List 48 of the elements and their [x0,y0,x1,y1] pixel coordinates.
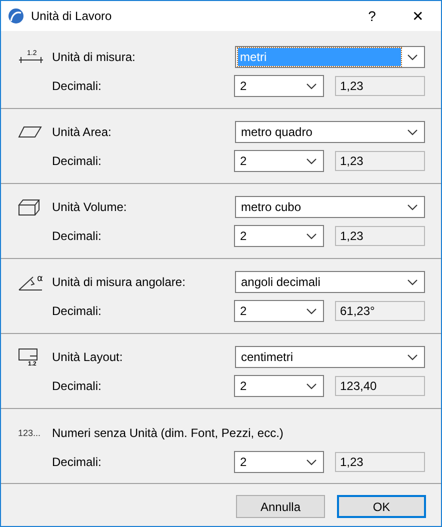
decimals-dropdown[interactable]: 2 [234,75,324,97]
unit-dropdown[interactable]: metro cubo [235,196,425,218]
setting-label: Unità Area: [52,125,112,139]
chevron-down-icon [407,54,418,60]
chevron-down-icon [407,278,418,286]
box-icon [18,198,40,216]
chevron-down-icon [306,458,317,466]
chevron-down-icon [306,158,317,164]
unit-dropdown[interactable]: metro quadro [235,121,425,143]
chevron-down-icon [306,382,317,390]
preview-field: 123,40 [335,376,425,396]
preview-field: 1,23 [335,76,425,96]
decimals-dropdown[interactable]: 2 [234,375,324,397]
preview-field: 1,23 [335,452,425,472]
chevron-down-icon [306,82,317,90]
help-button[interactable]: ? [349,1,395,31]
chevron-down-icon [306,308,317,314]
decimals-label: Decimali: [52,455,102,469]
ok-button[interactable]: OK [337,495,426,518]
decimals-label: Decimali: [52,154,102,168]
chevron-down-icon [407,204,418,210]
preview-field: 61,23° [335,301,425,321]
setting-label: Unità Volume: [52,200,128,214]
decimals-dropdown[interactable]: 2 [234,225,324,247]
setting-label: Numeri senza Unità (dim. Font, Pezzi, ecc.) [52,426,284,440]
window-title: Unità di Lavoro [31,9,113,23]
chevron-down-icon [306,232,317,240]
number-icon: 123... [18,428,41,438]
setting-label: Unità di misura: [52,50,136,64]
parallelogram-icon [18,126,42,138]
setting-label: Unità di misura angolare: [52,275,186,289]
close-button[interactable]: ✕ [395,1,441,31]
app-logo-icon [8,8,24,24]
chevron-down-icon [407,128,418,136]
decimals-label: Decimali: [52,379,102,393]
cancel-button[interactable]: Annulla [236,495,325,518]
preview-field: 1,23 [335,151,425,171]
decimals-dropdown[interactable]: 2 [234,150,324,172]
unit-dropdown[interactable]: angoli decimali [235,271,425,293]
decimals-dropdown[interactable]: 2 [234,451,324,473]
unit-dropdown[interactable]: centimetri [235,346,425,368]
preview-field: 1,23 [335,226,425,246]
decimals-dropdown[interactable]: 2 [234,300,324,322]
setting-label: Unità Layout: [52,350,124,364]
decimals-label: Decimali: [52,79,102,93]
decimals-label: Decimali: [52,229,102,243]
chevron-down-icon [407,354,418,360]
decimals-label: Decimali: [52,304,102,318]
